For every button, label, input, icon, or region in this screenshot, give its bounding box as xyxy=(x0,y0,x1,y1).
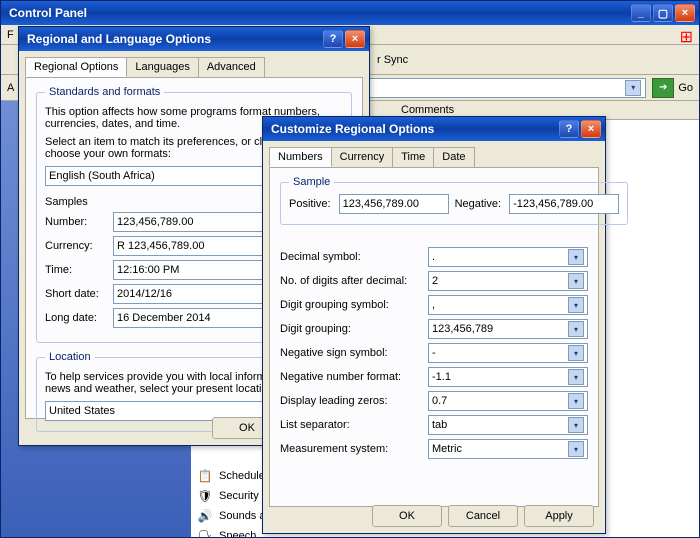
close-button[interactable]: × xyxy=(581,120,601,138)
col-comments[interactable]: Comments xyxy=(401,104,454,116)
speech-icon: 🗣 xyxy=(197,528,213,537)
customize-tab-page: Sample Positive: 123,456,789.00 Negative… xyxy=(269,167,599,507)
chevron-down-icon[interactable]: ▾ xyxy=(568,393,584,409)
digit-grouping-select[interactable]: 123,456,789▾ xyxy=(428,319,588,339)
cancel-button[interactable]: Cancel xyxy=(448,505,518,527)
time-label: Time: xyxy=(45,264,113,276)
close-button[interactable]: × xyxy=(675,4,695,22)
customize-buttons: OK Cancel Apply xyxy=(369,505,597,527)
location-legend: Location xyxy=(45,351,95,363)
number-label: Number: xyxy=(45,216,113,228)
digit-grouping-label: Digit grouping: xyxy=(280,323,428,335)
tab-languages[interactable]: Languages xyxy=(126,57,198,77)
go-button[interactable]: ➔ xyxy=(652,78,674,98)
chevron-down-icon[interactable]: ▾ xyxy=(625,80,641,96)
tab-time[interactable]: Time xyxy=(392,147,434,167)
chevron-down-icon[interactable]: ▾ xyxy=(568,297,584,313)
customize-titlebar[interactable]: Customize Regional Options ? × xyxy=(263,117,605,141)
positive-sample: 123,456,789.00 xyxy=(339,194,449,214)
help-button[interactable]: ? xyxy=(559,120,579,138)
menu-file[interactable]: F xyxy=(7,29,14,41)
customize-tabstrip: Numbers Currency Time Date xyxy=(269,147,599,167)
leading-zeros-select[interactable]: 0.7▾ xyxy=(428,391,588,411)
scheduled-tasks-icon: 📋 xyxy=(197,468,213,484)
tab-date[interactable]: Date xyxy=(433,147,474,167)
item-label: Speech xyxy=(219,530,256,537)
standards-legend: Standards and formats xyxy=(45,86,164,98)
neg-format-select[interactable]: -1.1▾ xyxy=(428,367,588,387)
help-button[interactable]: ? xyxy=(323,30,343,48)
tab-advanced[interactable]: Advanced xyxy=(198,57,265,77)
chevron-down-icon[interactable]: ▾ xyxy=(568,441,584,457)
chevron-down-icon[interactable]: ▾ xyxy=(568,321,584,337)
shortdate-label: Short date: xyxy=(45,288,113,300)
ok-button[interactable]: OK xyxy=(372,505,442,527)
regional-options-titlebar[interactable]: Regional and Language Options ? × xyxy=(19,27,369,51)
chevron-down-icon[interactable]: ▾ xyxy=(568,345,584,361)
decimal-symbol-label: Decimal symbol: xyxy=(280,251,428,263)
longdate-label: Long date: xyxy=(45,312,113,324)
locale-value: English (South Africa) xyxy=(49,170,155,182)
sample-group: Sample Positive: 123,456,789.00 Negative… xyxy=(280,176,628,225)
digits-after-select[interactable]: 2▾ xyxy=(428,271,588,291)
measurement-select[interactable]: Metric▾ xyxy=(428,439,588,459)
minimize-button[interactable]: _ xyxy=(631,4,651,22)
grouping-symbol-label: Digit grouping symbol: xyxy=(280,299,428,311)
list-separator-label: List separator: xyxy=(280,419,428,431)
digits-after-label: No. of digits after decimal: xyxy=(280,275,428,287)
neg-sign-label: Negative sign symbol: xyxy=(280,347,428,359)
negative-label: Negative: xyxy=(455,198,501,210)
sounds-icon: 🔊 xyxy=(197,508,213,524)
customize-regional-dialog: Customize Regional Options ? × Numbers C… xyxy=(262,116,606,534)
tab-currency[interactable]: Currency xyxy=(331,147,394,167)
regional-options-title: Regional and Language Options xyxy=(23,32,321,46)
customize-title: Customize Regional Options xyxy=(267,122,557,136)
positive-label: Positive: xyxy=(289,198,331,210)
regional-tabstrip: Regional Options Languages Advanced xyxy=(25,57,363,77)
control-panel-titlebar[interactable]: Control Panel _ ▢ × xyxy=(1,1,699,25)
apply-button[interactable]: Apply xyxy=(524,505,594,527)
control-panel-title: Control Panel xyxy=(5,6,629,20)
currency-label: Currency: xyxy=(45,240,113,252)
go-label: Go xyxy=(678,82,693,94)
neg-format-label: Negative number format: xyxy=(280,371,428,383)
measurement-label: Measurement system: xyxy=(280,443,428,455)
sample-legend: Sample xyxy=(289,176,334,188)
neg-sign-select[interactable]: -▾ xyxy=(428,343,588,363)
grouping-symbol-select[interactable]: ,▾ xyxy=(428,295,588,315)
chevron-down-icon[interactable]: ▾ xyxy=(568,273,584,289)
tab-numbers[interactable]: Numbers xyxy=(269,147,332,167)
leading-zeros-label: Display leading zeros: xyxy=(280,395,428,407)
toolbar-sync-label: r Sync xyxy=(377,54,408,66)
chevron-down-icon[interactable]: ▾ xyxy=(568,369,584,385)
customize-body: Numbers Currency Time Date Sample Positi… xyxy=(263,141,605,533)
negative-sample: -123,456,789.00 xyxy=(509,194,619,214)
chevron-down-icon[interactable]: ▾ xyxy=(568,249,584,265)
maximize-button[interactable]: ▢ xyxy=(653,4,673,22)
close-button[interactable]: × xyxy=(345,30,365,48)
chevron-down-icon[interactable]: ▾ xyxy=(568,417,584,433)
security-center-icon: 🛡 xyxy=(197,488,213,504)
location-value: United States xyxy=(49,405,115,417)
tab-regional-options[interactable]: Regional Options xyxy=(25,57,127,77)
windows-logo-icon: ⊞ xyxy=(680,27,693,47)
decimal-symbol-select[interactable]: .▾ xyxy=(428,247,588,267)
list-separator-select[interactable]: tab▾ xyxy=(428,415,588,435)
